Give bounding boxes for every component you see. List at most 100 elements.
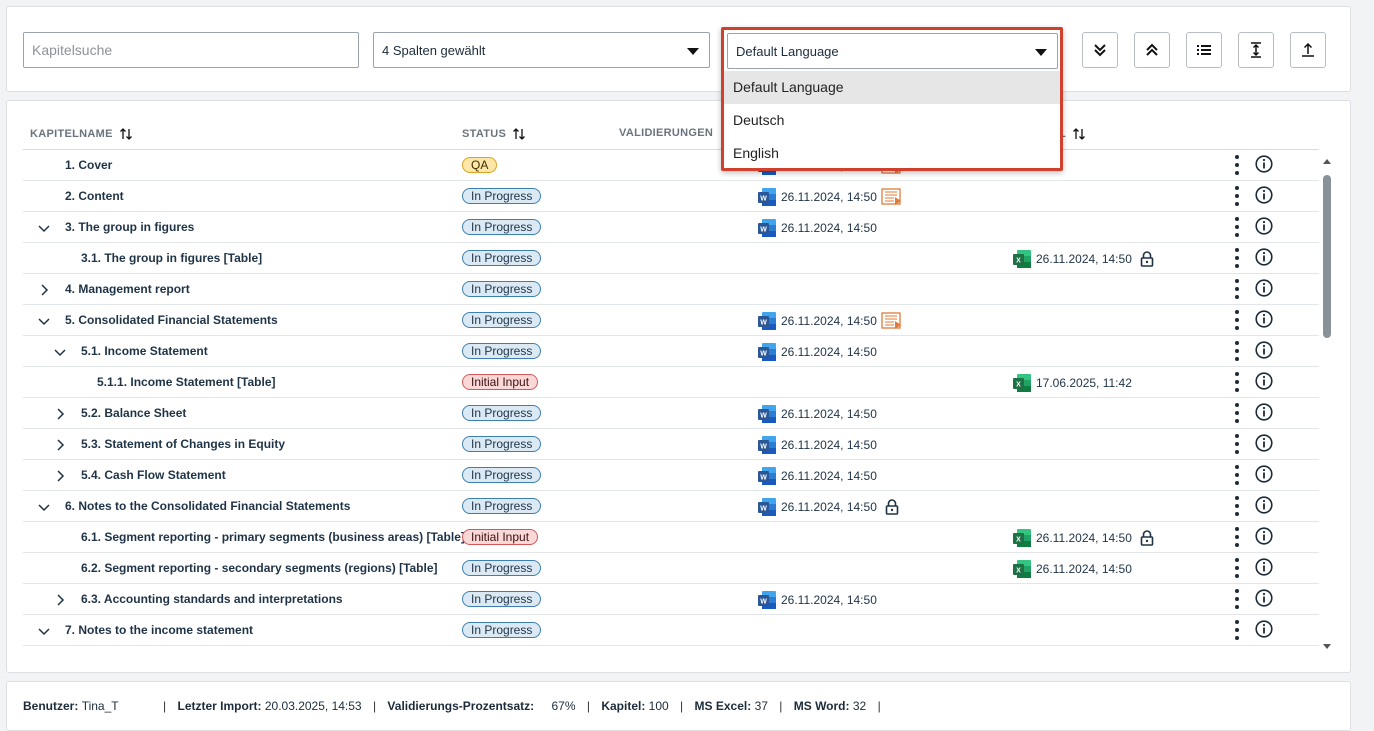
word-file[interactable]: W 26.11.2024, 14:50 — [757, 218, 877, 238]
scrollbar-thumb[interactable] — [1323, 175, 1331, 338]
row-menu-button[interactable] — [1235, 526, 1239, 548]
chapter-name[interactable]: 3. The group in figures — [65, 220, 194, 234]
row-info-button[interactable] — [1255, 186, 1273, 209]
scroll-down-icon[interactable] — [1322, 643, 1332, 651]
row-expander[interactable] — [38, 314, 50, 326]
row-info-button[interactable] — [1255, 248, 1273, 271]
expand-all-button[interactable] — [1082, 32, 1118, 68]
row-info-button[interactable] — [1255, 155, 1273, 178]
excel-file[interactable]: X 17.06.2025, 11:42 — [1012, 373, 1132, 393]
chapter-name[interactable]: 6.3. Accounting standards and interpreta… — [81, 592, 343, 606]
row-menu-button[interactable] — [1235, 619, 1239, 641]
table-row[interactable]: 1. CoverQAW26.11.2024, 14:50 — [23, 150, 1319, 181]
row-info-button[interactable] — [1255, 279, 1273, 302]
table-row[interactable]: 2. Content In Progress W 26.11.2024, 14:50 — [23, 181, 1319, 212]
vertical-scrollbar[interactable] — [1322, 157, 1332, 651]
columns-select[interactable]: 4 Spalten gewählt — [373, 32, 710, 68]
chapter-name[interactable]: 6.1. Segment reporting - primary segment… — [81, 530, 465, 544]
row-expander[interactable] — [54, 593, 66, 606]
row-menu-button[interactable] — [1235, 309, 1239, 331]
excel-file[interactable]: X 26.11.2024, 14:50 — [1012, 528, 1154, 548]
table-row[interactable]: 5.3. Statement of Changes in Equity In Pr… — [23, 429, 1319, 460]
row-info-button[interactable] — [1255, 341, 1273, 364]
word-file[interactable]: W 26.11.2024, 14:50 — [757, 342, 877, 362]
chapter-name[interactable]: 1. Cover — [65, 158, 112, 172]
column-header-name[interactable]: KAPITELNAME — [30, 127, 133, 141]
row-menu-button[interactable] — [1235, 216, 1239, 238]
row-menu-button[interactable] — [1235, 278, 1239, 300]
row-info-button[interactable] — [1255, 310, 1273, 333]
table-row[interactable]: 7. Notes to the income statement In Progr… — [23, 615, 1319, 646]
language-option-default[interactable]: Default Language — [724, 71, 1060, 104]
row-info-button[interactable] — [1255, 558, 1273, 581]
chapter-name[interactable]: 3.1. The group in figures [Table] — [81, 251, 262, 265]
row-info-button[interactable] — [1255, 372, 1273, 395]
table-row[interactable]: 5.1.1. Income Statement [Table] Initial I… — [23, 367, 1319, 398]
word-file[interactable]: W 26.11.2024, 14:50 — [757, 466, 877, 486]
table-row[interactable]: 4. Management report In Progress — [23, 274, 1319, 305]
row-expander[interactable] — [54, 345, 66, 357]
chapter-name[interactable]: 5. Consolidated Financial Statements — [65, 313, 278, 327]
table-row[interactable]: 5.4. Cash Flow Statement In Progress W 26.1… — [23, 460, 1319, 491]
row-info-button[interactable] — [1255, 589, 1273, 612]
row-info-button[interactable] — [1255, 403, 1273, 426]
row-expander[interactable] — [38, 624, 50, 636]
table-row[interactable]: 6.1. Segment reporting - primary segment… — [23, 522, 1319, 553]
word-file[interactable]: W 26.11.2024, 14:50 — [757, 404, 877, 424]
word-file[interactable]: W 26.11.2024, 14:50 — [757, 311, 903, 331]
chapter-name[interactable]: 6.2. Segment reporting - secondary segme… — [81, 561, 438, 575]
excel-file[interactable]: X 26.11.2024, 14:50 — [1012, 249, 1154, 269]
language-option-english[interactable]: English — [724, 137, 1060, 170]
row-menu-button[interactable] — [1235, 247, 1239, 269]
table-row[interactable]: 6.2. Segment reporting - secondary segme… — [23, 553, 1319, 584]
column-header-status[interactable]: STATUS — [462, 127, 526, 141]
row-height-button[interactable] — [1238, 32, 1274, 68]
chapter-name[interactable]: 5.4. Cash Flow Statement — [81, 468, 226, 482]
column-header-excel[interactable]: L — [1059, 127, 1086, 141]
row-menu-button[interactable] — [1235, 588, 1239, 610]
table-row[interactable]: 5. Consolidated Financial Statements In P… — [23, 305, 1319, 336]
row-expander[interactable] — [38, 500, 50, 512]
chapter-name[interactable]: 5.2. Balance Sheet — [81, 406, 186, 420]
chapter-name[interactable]: 5.1. Income Statement — [81, 344, 208, 358]
table-row[interactable]: 3.1. The group in figures [Table] In Prog… — [23, 243, 1319, 274]
table-row[interactable]: 5.2. Balance Sheet In Progress W 26.11.2024… — [23, 398, 1319, 429]
row-info-button[interactable] — [1255, 217, 1273, 240]
row-expander[interactable] — [38, 283, 50, 296]
row-expander[interactable] — [54, 407, 66, 420]
column-header-validation[interactable]: VALIDIERUNGEN — [619, 127, 713, 139]
row-menu-button[interactable] — [1235, 154, 1239, 176]
table-row[interactable]: 6.3. Accounting standards and interpreta… — [23, 584, 1319, 615]
export-button[interactable] — [1290, 32, 1326, 68]
excel-file[interactable]: X 26.11.2024, 14:50 — [1012, 559, 1132, 579]
row-menu-button[interactable] — [1235, 495, 1239, 517]
row-info-button[interactable] — [1255, 496, 1273, 519]
row-expander[interactable] — [54, 469, 66, 482]
row-info-button[interactable] — [1255, 620, 1273, 643]
row-menu-button[interactable] — [1235, 340, 1239, 362]
list-view-button[interactable] — [1186, 32, 1222, 68]
collapse-all-button[interactable] — [1134, 32, 1170, 68]
row-menu-button[interactable] — [1235, 185, 1239, 207]
row-info-button[interactable] — [1255, 527, 1273, 550]
word-file[interactable]: W 26.11.2024, 14:50 — [757, 590, 877, 610]
row-menu-button[interactable] — [1235, 557, 1239, 579]
row-menu-button[interactable] — [1235, 464, 1239, 486]
chapter-name[interactable]: 2. Content — [65, 189, 124, 203]
row-expander[interactable] — [54, 438, 66, 451]
scroll-up-icon[interactable] — [1322, 157, 1332, 165]
table-row[interactable]: 6. Notes to the Consolidated Financial S… — [23, 491, 1319, 522]
row-menu-button[interactable] — [1235, 402, 1239, 424]
chapter-search-input[interactable] — [23, 32, 359, 68]
table-row[interactable]: 3. The group in figures In Progress W 26.11… — [23, 212, 1319, 243]
language-option-deutsch[interactable]: Deutsch — [724, 104, 1060, 137]
row-info-button[interactable] — [1255, 434, 1273, 457]
chapter-name[interactable]: 7. Notes to the income statement — [65, 623, 253, 637]
language-select[interactable]: Default Language — [727, 33, 1058, 69]
row-menu-button[interactable] — [1235, 433, 1239, 455]
word-file[interactable]: W 26.11.2024, 14:50 — [757, 497, 899, 517]
word-file[interactable]: W 26.11.2024, 14:50 — [757, 187, 903, 207]
chapter-name[interactable]: 4. Management report — [65, 282, 190, 296]
table-row[interactable]: 5.1. Income Statement In Progress W 26.11.2… — [23, 336, 1319, 367]
chapter-name[interactable]: 5.1.1. Income Statement [Table] — [97, 375, 276, 389]
